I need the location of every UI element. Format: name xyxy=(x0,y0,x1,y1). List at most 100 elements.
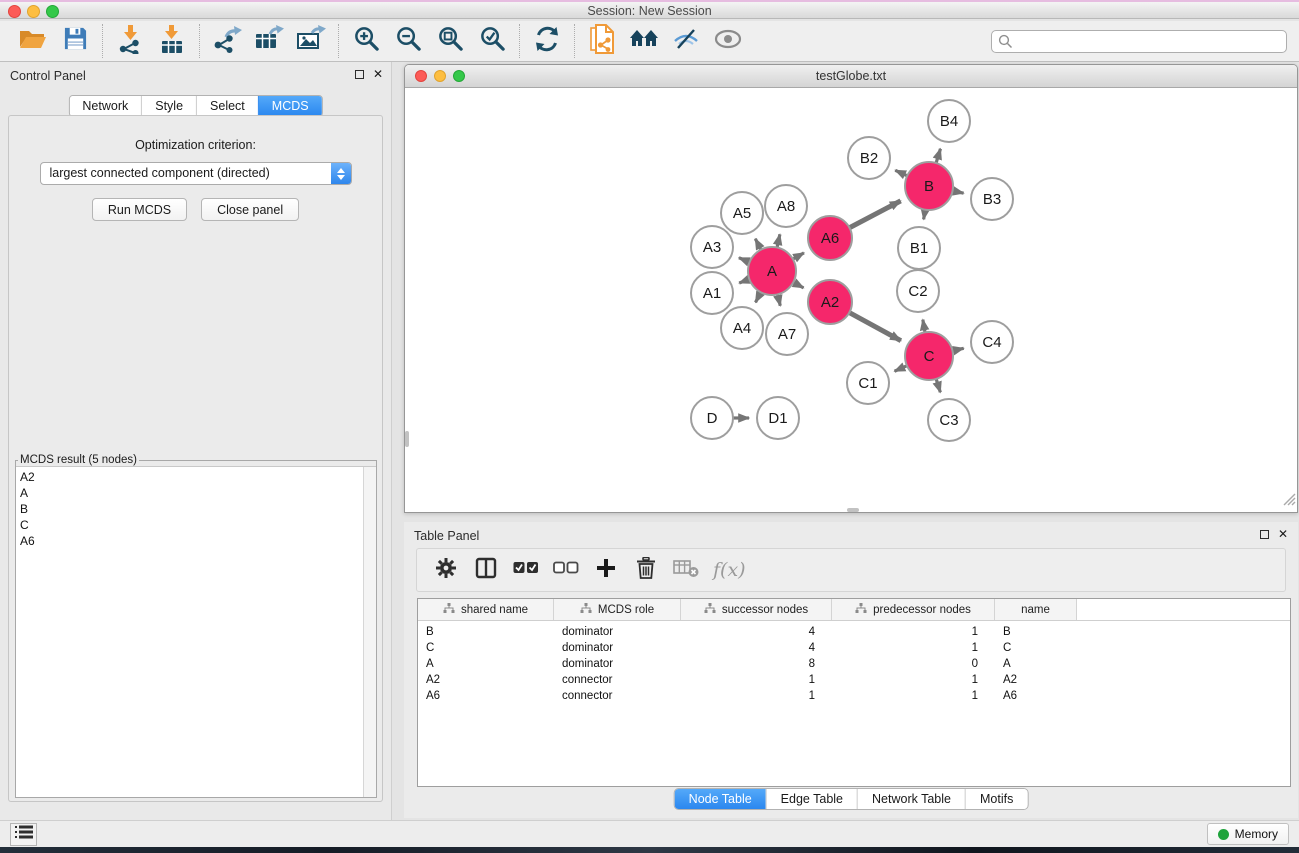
network-horizontal-scrollbar[interactable] xyxy=(847,508,859,512)
column-header-successor-nodes[interactable]: successor nodes xyxy=(681,599,832,620)
graph-node-B2[interactable]: B2 xyxy=(848,137,890,179)
graph-node-B4[interactable]: B4 xyxy=(928,100,970,142)
open-session-button[interactable] xyxy=(12,23,54,59)
columns-button[interactable] xyxy=(473,555,499,585)
run-mcds-button[interactable]: Run MCDS xyxy=(92,198,187,221)
graph-edge-C-C1[interactable] xyxy=(895,366,908,372)
graph-edge-A2-C[interactable] xyxy=(849,313,901,341)
zoom-fit-button[interactable] xyxy=(429,23,471,59)
table-row[interactable]: Bdominator41B xyxy=(418,624,1290,640)
result-scrollbar[interactable] xyxy=(363,467,376,797)
table-row[interactable]: A2connector11A2 xyxy=(418,672,1290,688)
close-panel-button[interactable]: Close panel xyxy=(201,198,299,221)
graph-node-B1[interactable]: B1 xyxy=(898,227,940,269)
zoom-out-button[interactable] xyxy=(387,23,429,59)
graph-edge-C-C3[interactable] xyxy=(936,379,940,392)
graph-edge-A-A1[interactable] xyxy=(739,279,749,283)
tab-select[interactable]: Select xyxy=(196,96,258,116)
graph-node-A7[interactable]: A7 xyxy=(766,313,808,355)
delete-table-button[interactable] xyxy=(673,555,699,585)
network-from-file-button[interactable] xyxy=(581,23,623,59)
graph-node-A8[interactable]: A8 xyxy=(765,185,807,227)
column-header-name[interactable]: name xyxy=(995,599,1077,620)
result-item[interactable]: B xyxy=(16,501,376,517)
graph-node-C4[interactable]: C4 xyxy=(971,321,1013,363)
export-table-button[interactable] xyxy=(248,23,290,59)
graph-node-A1[interactable]: A1 xyxy=(691,272,733,314)
graph-node-A5[interactable]: A5 xyxy=(721,192,763,234)
tab-motifs[interactable]: Motifs xyxy=(965,789,1027,809)
graph-edge-A-A5[interactable] xyxy=(755,239,761,250)
float-panel-icon[interactable] xyxy=(355,70,364,79)
deselect-all-button[interactable] xyxy=(553,555,579,585)
graph-node-B[interactable]: B xyxy=(905,162,953,210)
table-row[interactable]: Adominator80A xyxy=(418,656,1290,672)
refresh-button[interactable] xyxy=(526,23,568,59)
resize-grip[interactable] xyxy=(1282,492,1296,511)
graph-node-C2[interactable]: C2 xyxy=(897,270,939,312)
graph-edge-A-A4[interactable] xyxy=(756,292,761,302)
graph-edge-C-C2[interactable] xyxy=(923,320,925,333)
criterion-dropdown[interactable]: largest connected component (directed) xyxy=(40,162,352,185)
graph-edge-A-A2[interactable] xyxy=(793,282,803,288)
graph-edge-B-B3[interactable] xyxy=(953,191,964,193)
graph-node-A2[interactable]: A2 xyxy=(808,280,852,324)
table-row[interactable]: A6connector11A6 xyxy=(418,688,1290,704)
tab-node-table[interactable]: Node Table xyxy=(675,789,766,809)
graph-node-A6[interactable]: A6 xyxy=(808,216,852,260)
result-item[interactable]: A6 xyxy=(16,533,376,549)
graph-node-C3[interactable]: C3 xyxy=(928,399,970,441)
add-column-button[interactable] xyxy=(593,555,619,585)
import-network-button[interactable] xyxy=(109,23,151,59)
graph-node-A4[interactable]: A4 xyxy=(721,307,763,349)
column-header-shared-name[interactable]: shared name xyxy=(418,599,554,620)
result-item[interactable]: A xyxy=(16,485,376,501)
result-item[interactable]: C xyxy=(16,517,376,533)
column-header-MCDS-role[interactable]: MCDS role xyxy=(554,599,681,620)
tab-mcds[interactable]: MCDS xyxy=(258,96,322,116)
task-history-button[interactable] xyxy=(10,823,37,846)
column-header-predecessor-nodes[interactable]: predecessor nodes xyxy=(832,599,995,620)
memory-button[interactable]: Memory xyxy=(1207,823,1289,845)
close-panel-icon[interactable]: ✕ xyxy=(373,69,383,79)
graph-edge-A6-B[interactable] xyxy=(849,201,900,228)
zoom-in-button[interactable] xyxy=(345,23,387,59)
graph-edge-A-A6[interactable] xyxy=(793,253,804,259)
zoom-selected-button[interactable] xyxy=(471,23,513,59)
graph-node-C1[interactable]: C1 xyxy=(847,362,889,404)
graph-node-D[interactable]: D xyxy=(691,397,733,439)
result-item[interactable]: A2 xyxy=(16,469,376,485)
export-image-button[interactable] xyxy=(290,23,332,59)
search-input[interactable] xyxy=(991,30,1287,53)
graph-node-B3[interactable]: B3 xyxy=(971,178,1013,220)
network-graph[interactable]: B4B2BB3A8A5A6A3B1AA1C2A2A4A7C4CC1C3DD1 xyxy=(405,88,1297,512)
graph-node-D1[interactable]: D1 xyxy=(757,397,799,439)
graph-node-A3[interactable]: A3 xyxy=(691,226,733,268)
import-table-button[interactable] xyxy=(151,23,193,59)
network-canvas[interactable]: B4B2BB3A8A5A6A3B1AA1C2A2A4A7C4CC1C3DD1 xyxy=(405,88,1297,512)
tab-network[interactable]: Network xyxy=(69,96,141,116)
function-builder-button[interactable]: f(x) xyxy=(713,555,746,585)
tab-edge-table[interactable]: Edge Table xyxy=(766,789,857,809)
graph-edge-A-A3[interactable] xyxy=(739,258,750,262)
graph-edge-A-A7[interactable] xyxy=(778,294,781,305)
graph-edge-B-B1[interactable] xyxy=(924,210,926,220)
tab-style[interactable]: Style xyxy=(141,96,196,116)
float-table-panel-icon[interactable] xyxy=(1260,530,1269,539)
tab-network-table[interactable]: Network Table xyxy=(857,789,965,809)
hide-panel-button[interactable] xyxy=(665,23,707,59)
graph-node-A[interactable]: A xyxy=(748,247,796,295)
network-vertical-scrollbar[interactable] xyxy=(405,431,409,447)
gear-button[interactable] xyxy=(433,555,459,585)
show-panel-button[interactable] xyxy=(707,23,749,59)
table-row[interactable]: Cdominator41C xyxy=(418,640,1290,656)
graph-edge-A-A8[interactable] xyxy=(777,234,780,247)
close-table-panel-icon[interactable]: ✕ xyxy=(1278,529,1288,539)
save-session-button[interactable] xyxy=(54,23,96,59)
graph-edge-C-C4[interactable] xyxy=(952,348,963,351)
export-network-button[interactable] xyxy=(206,23,248,59)
graph-edge-B-B4[interactable] xyxy=(936,149,940,163)
home-button[interactable] xyxy=(623,23,665,59)
select-all-button[interactable] xyxy=(513,555,539,585)
delete-button[interactable] xyxy=(633,555,659,585)
